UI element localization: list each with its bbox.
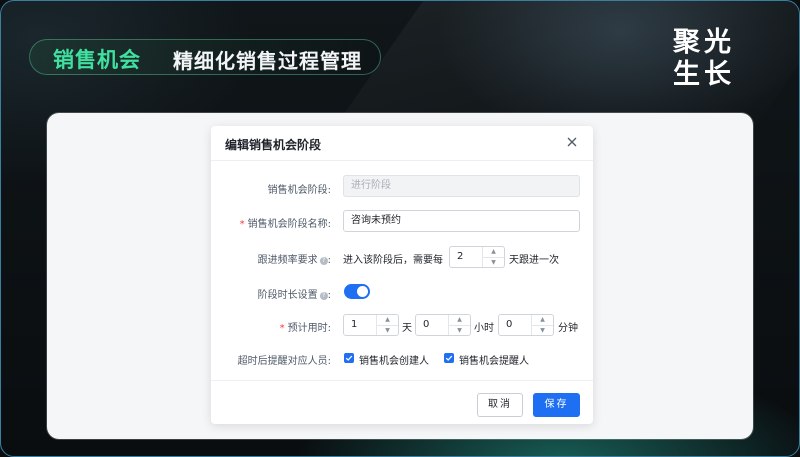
- increment-arrow-icon[interactable]: ▲: [377, 315, 398, 325]
- decrement-arrow-icon[interactable]: ▼: [532, 325, 553, 335]
- stage-name-input[interactable]: 咨询未预约: [343, 210, 580, 232]
- decrement-arrow-icon[interactable]: ▼: [377, 325, 398, 335]
- duration-setting-label: 阶段时长设置?:: [257, 290, 331, 301]
- slide-frame: 销售机会 精细化销售过程管理 聚光 生长 编辑销售机会阶段 销售机会阶段: 进行…: [0, 0, 800, 457]
- dialog-footer-divider: [211, 380, 593, 381]
- edit-stage-dialog: 编辑销售机会阶段 销售机会阶段: 进行阶段 * 销售机会阶段名称: 咨询未预约 跟…: [211, 126, 593, 424]
- minutes-value: 0: [506, 319, 513, 330]
- dialog-header-divider: [211, 160, 593, 161]
- banner-title: 销售机会: [53, 48, 141, 72]
- required-mark: *: [239, 219, 245, 230]
- stage-name-label: * 销售机会阶段名称:: [239, 219, 331, 230]
- days-stepper[interactable]: 1 ▲ ▼: [343, 314, 399, 336]
- decrement-arrow-icon[interactable]: ▼: [449, 325, 470, 335]
- hours-stepper[interactable]: 0 ▲ ▼: [415, 314, 471, 336]
- info-icon[interactable]: ?: [319, 292, 328, 300]
- decrement-arrow-icon[interactable]: ▼: [483, 257, 504, 267]
- follow-freq-prefix: 进入该阶段后，需要每: [343, 255, 443, 266]
- creator-checkbox[interactable]: [344, 353, 354, 363]
- info-icon[interactable]: ?: [319, 257, 328, 265]
- stepper-controls: ▲ ▼: [531, 315, 553, 335]
- reminder-option-label: 销售机会提醒人: [459, 356, 529, 367]
- increment-arrow-icon[interactable]: ▲: [532, 315, 553, 325]
- days-value: 1: [351, 319, 358, 330]
- stepper-controls: ▲ ▼: [376, 315, 398, 335]
- minutes-unit: 分钟: [558, 323, 578, 334]
- dialog-title: 编辑销售机会阶段: [225, 138, 322, 152]
- follow-freq-suffix: 天跟进一次: [509, 255, 559, 266]
- stage-input: 进行阶段: [343, 175, 580, 197]
- follow-freq-label: 跟进频率要求?:: [257, 255, 331, 266]
- checkmark-icon: [445, 355, 453, 361]
- stepper-controls: ▲ ▼: [482, 247, 504, 267]
- save-button[interactable]: 保存: [533, 393, 580, 417]
- minutes-stepper[interactable]: 0 ▲ ▼: [498, 314, 554, 336]
- follow-freq-stepper[interactable]: 2 ▲ ▼: [449, 246, 505, 268]
- follow-freq-value: 2: [457, 251, 464, 262]
- timeout-remind-label: 超时后提醒对应人员:: [237, 356, 331, 367]
- increment-arrow-icon[interactable]: ▲: [483, 247, 504, 257]
- checkmark-icon: [345, 355, 353, 361]
- close-icon[interactable]: [564, 134, 580, 150]
- required-mark: *: [279, 323, 285, 334]
- hours-unit: 小时: [474, 323, 494, 334]
- brand-line-2: 生长: [673, 59, 735, 90]
- stage-label: 销售机会阶段:: [267, 185, 331, 196]
- duration-toggle[interactable]: [344, 284, 370, 299]
- hours-value: 0: [423, 319, 430, 330]
- creator-option-label: 销售机会创建人: [359, 356, 429, 367]
- reminder-checkbox[interactable]: [444, 353, 454, 363]
- brand-logo: 聚光 生长: [673, 27, 743, 91]
- estimated-time-label: * 预计用时:: [279, 323, 331, 334]
- banner-subtitle: 精细化销售过程管理: [173, 49, 362, 73]
- stepper-controls: ▲ ▼: [448, 315, 470, 335]
- days-unit: 天: [402, 323, 412, 334]
- brand-line-1: 聚光: [673, 27, 735, 58]
- cancel-button[interactable]: 取消: [477, 393, 523, 417]
- increment-arrow-icon[interactable]: ▲: [449, 315, 470, 325]
